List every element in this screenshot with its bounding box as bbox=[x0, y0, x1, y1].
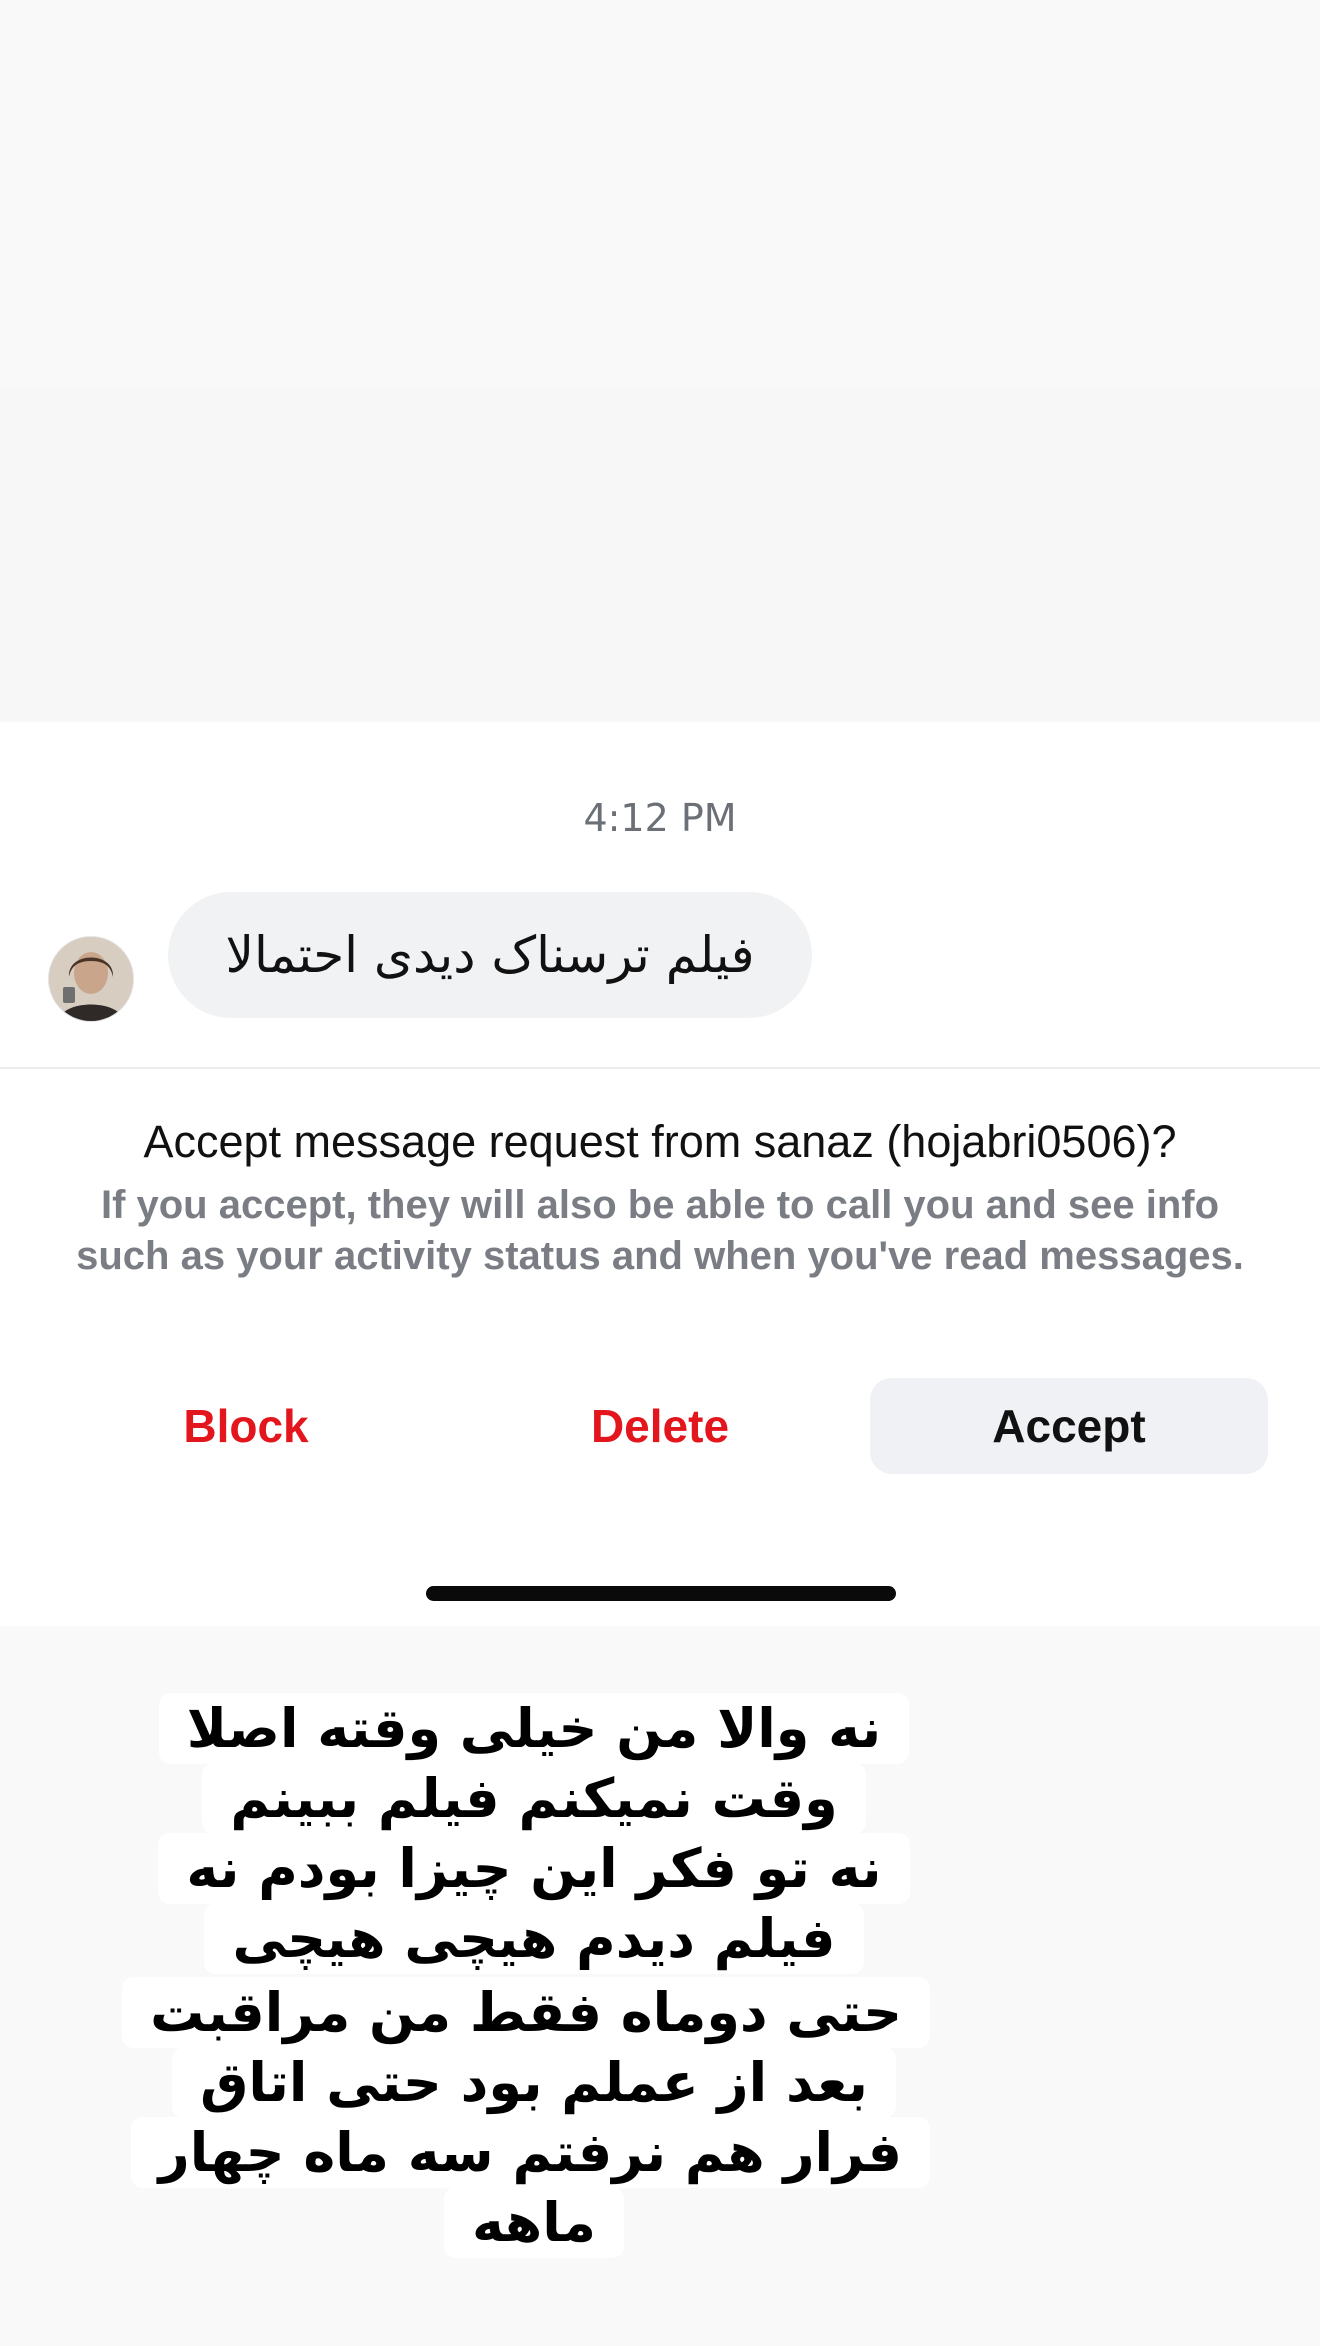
message-text: فیلم ترسناک دیدی احتمالا bbox=[225, 926, 755, 984]
caption-line-3: حتی دوماه فقط من مراقبت بعد از عملم بود … bbox=[122, 1977, 930, 2258]
divider bbox=[0, 1067, 1320, 1069]
media-area-top bbox=[0, 0, 1320, 388]
caption-text-3: حتی دوماه فقط من مراقبت بعد از عملم بود … bbox=[122, 1977, 930, 2258]
caption-line-1: نه والا من خیلی وقته اصلا وقت نمیکنم فیل… bbox=[134, 1693, 934, 1834]
home-indicator[interactable] bbox=[426, 1586, 896, 1601]
delete-button[interactable]: Delete bbox=[462, 1378, 858, 1474]
block-button[interactable]: Block bbox=[48, 1378, 444, 1474]
message-timestamp: 4:12 PM bbox=[583, 796, 737, 840]
request-description: If you accept, they will also be able to… bbox=[76, 1183, 1244, 1278]
media-area-middle bbox=[0, 388, 1320, 722]
accept-button[interactable]: Accept bbox=[870, 1378, 1268, 1474]
request-title: Accept message request from sanaz (hojab… bbox=[143, 1116, 1177, 1167]
caption-text-1: نه والا من خیلی وقته اصلا وقت نمیکنم فیل… bbox=[158, 1693, 910, 1834]
caption-text-2: نه تو فکر این چیزا بودم نه فیلم دیدم هیچ… bbox=[158, 1833, 910, 1974]
caption-line-2: نه تو فکر این چیزا بودم نه فیلم دیدم هیچ… bbox=[142, 1833, 926, 1974]
sender-avatar[interactable] bbox=[48, 936, 134, 1022]
avatar-photo-icon bbox=[49, 937, 133, 1021]
message-bubble[interactable]: فیلم ترسناک دیدی احتمالا bbox=[168, 892, 812, 1018]
